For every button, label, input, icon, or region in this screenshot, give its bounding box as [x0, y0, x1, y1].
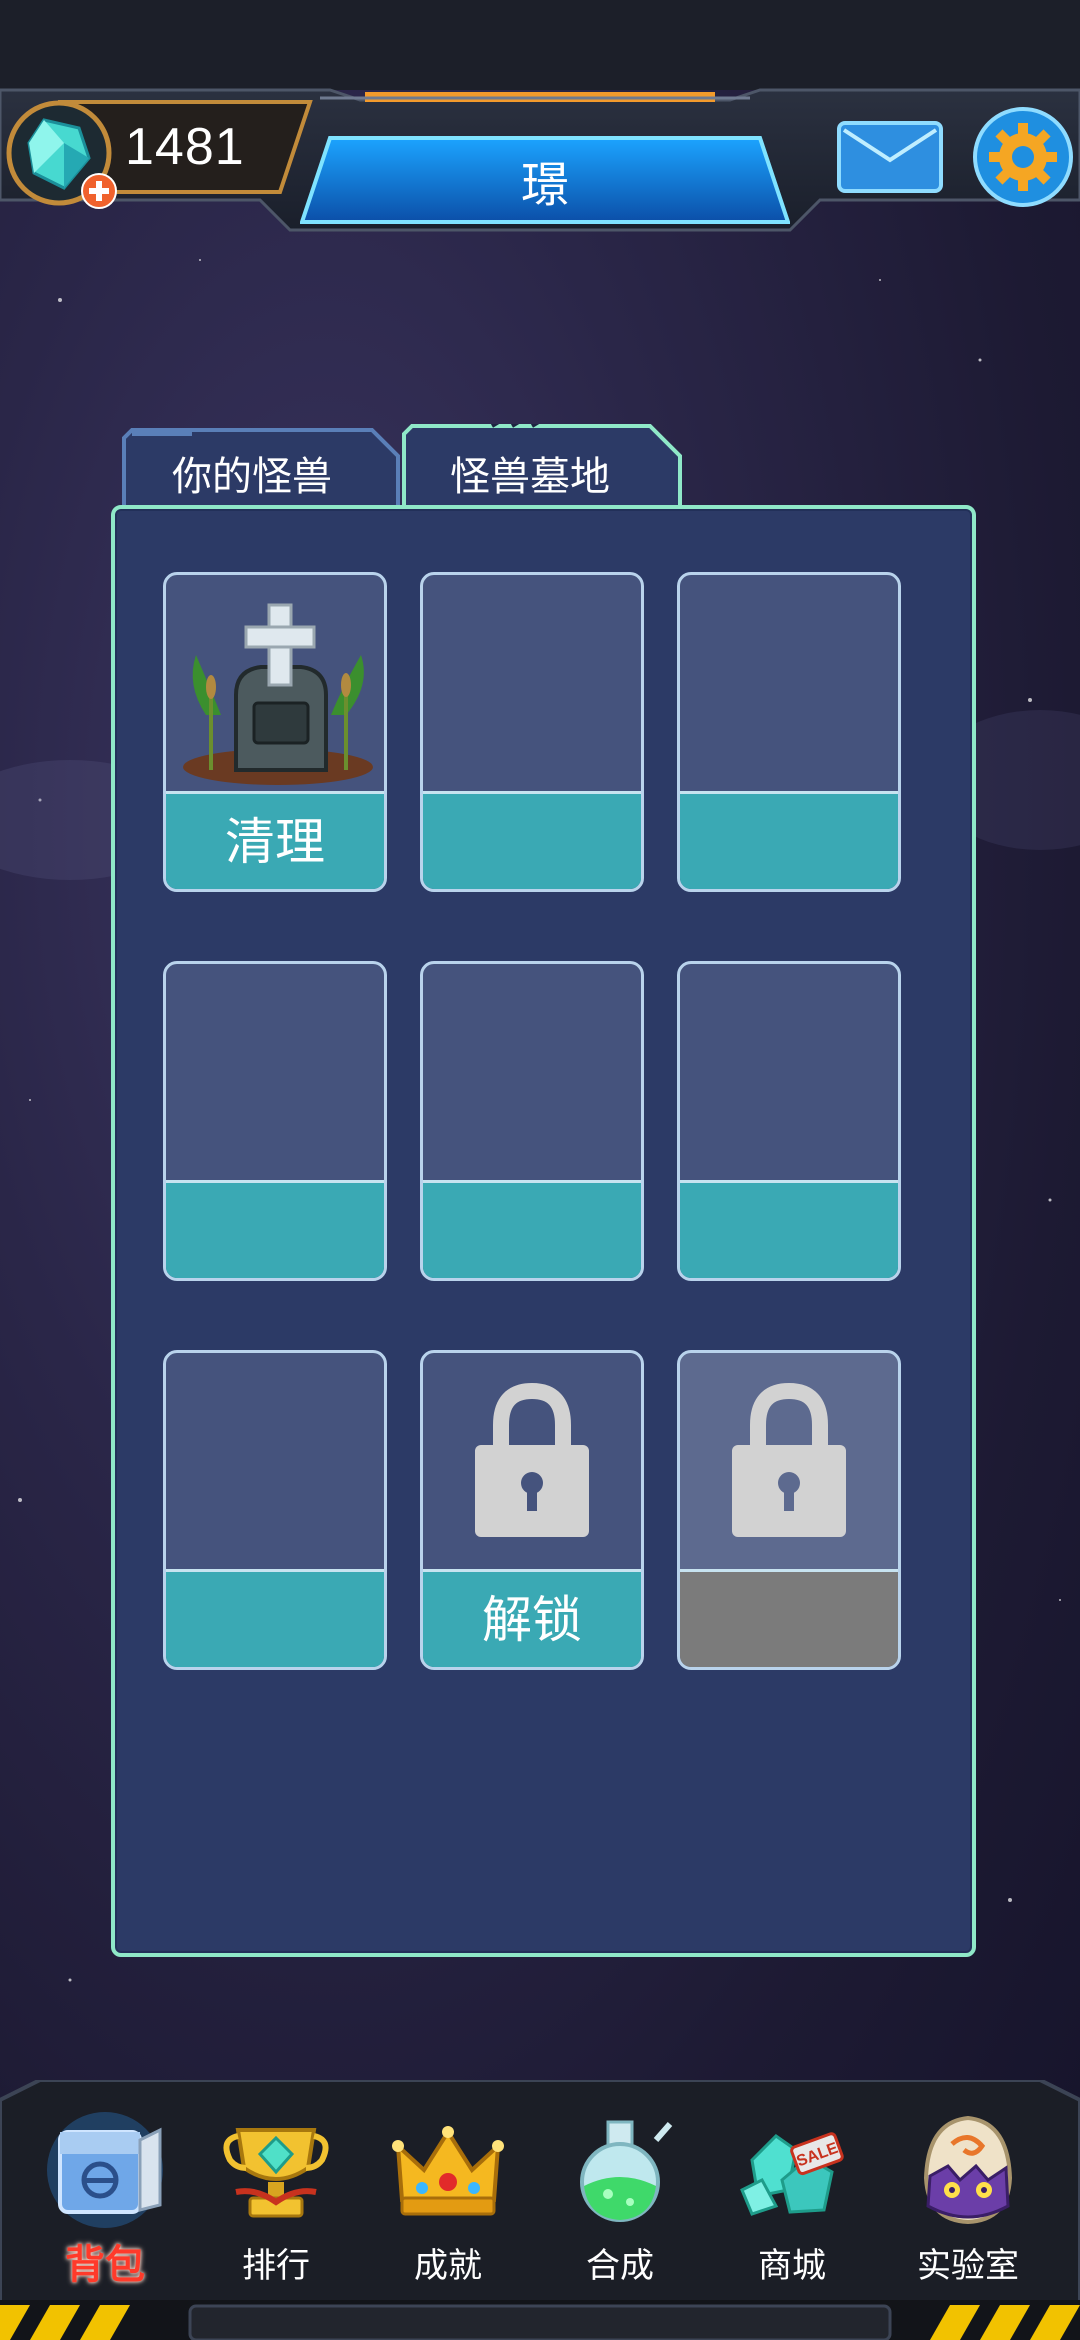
tab-label: 怪兽墓地: [450, 454, 610, 500]
add-gems-plus-icon[interactable]: [80, 172, 118, 210]
slot-empty-area: [166, 1353, 384, 1569]
grave-slot-2[interactable]: [420, 572, 644, 892]
slot-empty-area: [680, 575, 898, 791]
nav-label: 合成: [586, 2246, 654, 2286]
clear-button[interactable]: 清理: [166, 791, 384, 889]
slot-empty-area: [423, 964, 641, 1180]
nav-label: 背包: [65, 2242, 145, 2288]
slot-action-bar[interactable]: [166, 1569, 384, 1667]
grave-slot-1[interactable]: 清理: [163, 572, 387, 892]
slot-action-bar-disabled: [680, 1569, 898, 1667]
slot-action-bar[interactable]: [680, 791, 898, 889]
tab-your-monsters[interactable]: 你的怪兽: [122, 428, 400, 510]
player-name: 璟: [520, 157, 569, 213]
gear-icon[interactable]: [972, 106, 1074, 208]
slot-action-bar[interactable]: [680, 1180, 898, 1278]
lock-icon: [732, 1382, 846, 1537]
tab-label: 你的怪兽: [172, 454, 332, 500]
nav-backpack[interactable]: 背包: [20, 2110, 190, 2290]
mail-icon[interactable]: [836, 120, 944, 194]
top-bar: 1481 璟: [0, 0, 1080, 240]
nav-ranking[interactable]: 排行: [191, 2110, 361, 2290]
tombstone-icon: [183, 603, 373, 785]
grave-slot-9: [677, 1350, 901, 1670]
nav-synthesis[interactable]: 合成: [535, 2110, 705, 2290]
nav-label: 实验室: [917, 2246, 1019, 2286]
grave-slot-6[interactable]: [677, 961, 901, 1281]
unlock-button[interactable]: 解锁: [423, 1569, 641, 1667]
crown-icon: [392, 2126, 504, 2216]
nav-laboratory[interactable]: 实验室: [883, 2110, 1053, 2290]
backpack-icon: [47, 2112, 163, 2228]
slot-empty-area: [680, 964, 898, 1180]
slot-empty-area: [166, 964, 384, 1180]
slot-action-bar[interactable]: [423, 791, 641, 889]
grave-slot-8[interactable]: 解锁: [420, 1350, 644, 1670]
slot-action-bar[interactable]: [423, 1180, 641, 1278]
grave-slot-4[interactable]: [163, 961, 387, 1281]
trophy-icon: [223, 2128, 329, 2218]
nav-label: 成就: [414, 2246, 482, 2286]
nav-achievements[interactable]: 成就: [363, 2110, 533, 2290]
tab-monster-graveyard[interactable]: 怪兽墓地: [402, 424, 682, 514]
nav-shop[interactable]: SALE 商城: [707, 2110, 877, 2290]
grave-slot-3[interactable]: [677, 572, 901, 892]
gem-count: 1481: [125, 118, 245, 176]
grave-slot-7[interactable]: [163, 1350, 387, 1670]
grave-slot-5[interactable]: [420, 961, 644, 1281]
nav-label: 商城: [758, 2246, 826, 2286]
lock-icon: [475, 1382, 589, 1537]
nav-label: 排行: [242, 2246, 310, 2286]
monster-egg-icon: [923, 2115, 1013, 2225]
slot-empty-area: [423, 575, 641, 791]
potion-flask-icon: [580, 2120, 673, 2222]
slot-action-bar[interactable]: [166, 1180, 384, 1278]
shop-crystal-sale-icon: SALE: [740, 2132, 844, 2216]
